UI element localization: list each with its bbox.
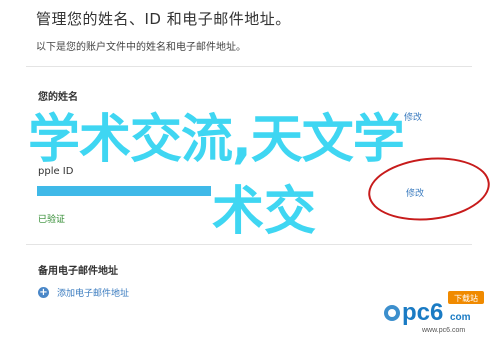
add-email-link[interactable]: + 添加电子邮件地址 — [38, 286, 129, 299]
logo-brand: pc6 — [402, 299, 443, 326]
logo-brand-suffix: com — [450, 312, 471, 323]
divider — [26, 244, 472, 245]
add-email-label: 添加电子邮件地址 — [57, 289, 130, 299]
edit-name-link[interactable]: 修改 — [404, 110, 422, 123]
watermark-text: 术交 — [212, 182, 317, 242]
watermark-text: 学术交流,天文学 — [28, 110, 405, 170]
verified-status: 已验证 — [38, 215, 66, 225]
redacted-apple-id — [37, 186, 211, 196]
divider — [26, 66, 472, 67]
pc6-logo-graphic: pc6 com 下载站 www.pc6.com — [384, 291, 484, 334]
page-subtitle: 以下是您的账户文件中的姓名和电子邮件地址。 — [36, 42, 246, 53]
name-section-label: 您的姓名 — [38, 92, 78, 103]
backup-email-label: 备用电子邮件地址 — [38, 266, 118, 277]
add-icon: + — [38, 287, 49, 298]
page-title: 管理您的姓名、ID 和电子邮件地址。 — [36, 10, 291, 28]
logo-site: www.pc6.com — [421, 327, 465, 334]
logo-badge: 下载站 — [454, 293, 478, 303]
pc6-logo: pc6 com 下载站 www.pc6.com — [380, 288, 490, 334]
